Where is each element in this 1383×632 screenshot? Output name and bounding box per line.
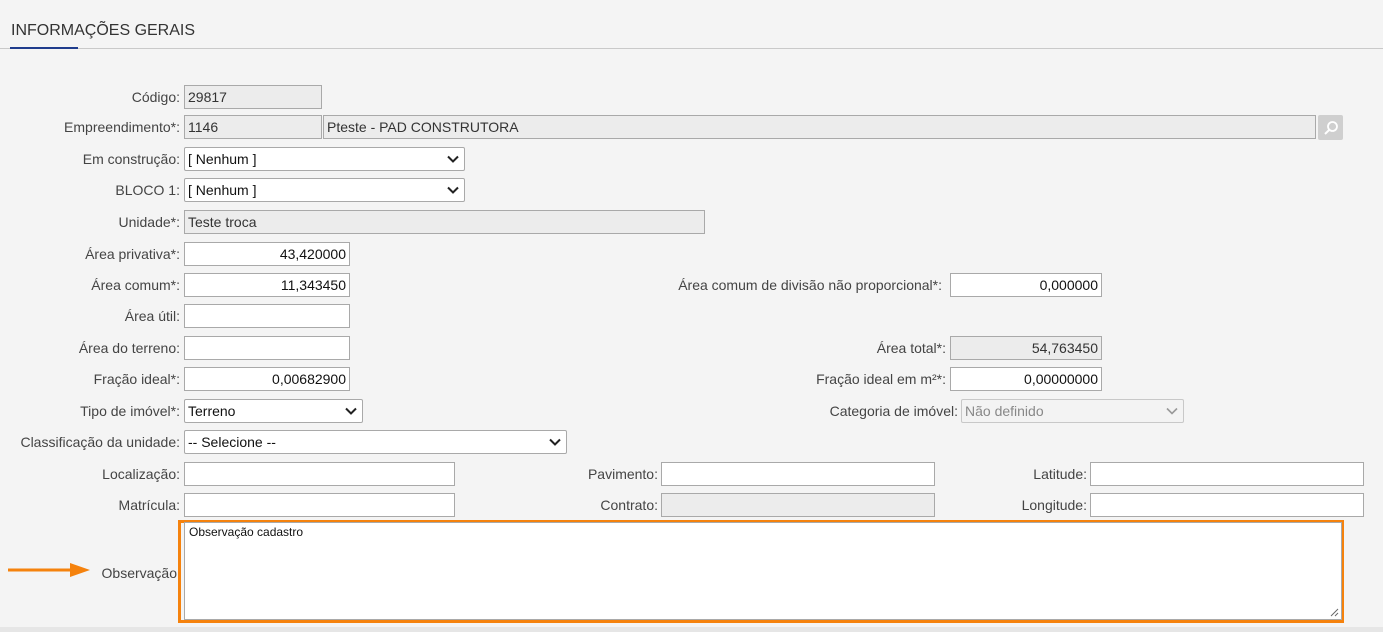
- area-privativa-input[interactable]: 43,420000: [184, 242, 350, 266]
- fracao-ideal-label: Fração ideal*:: [93, 371, 180, 387]
- area-comum-div-input[interactable]: 0,000000: [950, 273, 1102, 297]
- localizacao-label: Localização:: [102, 466, 180, 482]
- categoria-imovel-select: Não definido: [961, 399, 1184, 423]
- chevron-down-icon: [549, 438, 561, 446]
- section-title: INFORMAÇÕES GERAIS: [11, 22, 196, 39]
- area-terreno-input[interactable]: [184, 336, 350, 360]
- categoria-imovel-label: Categoria de imóvel:: [829, 403, 958, 419]
- area-util-label: Área útil:: [124, 308, 180, 324]
- area-terreno-label: Área do terreno:: [78, 340, 180, 356]
- tipo-imovel-select[interactable]: Terreno: [184, 399, 363, 423]
- categoria-imovel-value: Não definido: [965, 403, 1044, 419]
- classificacao-select[interactable]: -- Selecione --: [184, 430, 567, 454]
- codigo-label: Código:: [131, 89, 180, 105]
- empreendimento-name-field: Pteste - PAD CONSTRUTORA: [323, 115, 1316, 139]
- area-comum-div-label: Área comum de divisão não proporcional*:: [678, 277, 942, 293]
- unidade-label: Unidade*:: [118, 214, 181, 230]
- section-divider: [0, 48, 1383, 49]
- observacao-label: Observação: [101, 565, 177, 581]
- tipo-imovel-value: Terreno: [188, 403, 236, 419]
- matricula-input[interactable]: [184, 493, 455, 517]
- contrato-field: [661, 493, 935, 517]
- area-comum-label: Área comum*:: [91, 277, 180, 293]
- area-comum-input[interactable]: 11,343450: [184, 273, 350, 297]
- area-total-label: Área total*:: [876, 340, 946, 356]
- resize-handle-icon[interactable]: [1329, 607, 1339, 617]
- bloco-select[interactable]: [ Nenhum ]: [184, 178, 465, 202]
- chevron-down-icon: [447, 155, 459, 163]
- em-construcao-value: [ Nenhum ]: [188, 151, 257, 167]
- chevron-down-icon: [1166, 407, 1178, 415]
- area-total-field: 54,763450: [950, 336, 1102, 360]
- observacao-text: Observação cadastro: [189, 525, 304, 539]
- search-icon: [1323, 120, 1338, 135]
- bloco-label: BLOCO 1:: [115, 182, 180, 198]
- empreendimento-code-field: 1146: [184, 115, 322, 139]
- em-construcao-label: Em construção:: [82, 151, 180, 167]
- fracao-ideal-input[interactable]: 0,00682900: [184, 367, 350, 391]
- classificacao-label: Classificação da unidade:: [20, 434, 180, 450]
- fracao-ideal-m2-input[interactable]: 0,00000000: [950, 367, 1102, 391]
- longitude-label: Longitude:: [1021, 497, 1087, 513]
- fracao-ideal-m2-label: Fração ideal em m²*:: [816, 371, 946, 387]
- localizacao-input[interactable]: [184, 462, 455, 486]
- latitude-input[interactable]: [1090, 462, 1364, 486]
- pavimento-input[interactable]: [661, 462, 935, 486]
- classificacao-value: -- Selecione --: [188, 434, 276, 450]
- empreendimento-search-button[interactable]: [1318, 115, 1343, 140]
- bloco-value: [ Nenhum ]: [188, 182, 257, 198]
- bottom-strip: [0, 627, 1383, 632]
- contrato-label: Contrato:: [600, 497, 658, 513]
- area-privativa-label: Área privativa*:: [85, 246, 180, 262]
- unidade-field: Teste troca: [184, 210, 705, 234]
- arrow-right-icon: [8, 563, 90, 577]
- observacao-textarea[interactable]: Observação cadastro: [184, 522, 1342, 620]
- matricula-label: Matrícula:: [118, 497, 180, 513]
- em-construcao-select[interactable]: [ Nenhum ]: [184, 147, 465, 171]
- latitude-label: Latitude:: [1033, 466, 1087, 482]
- area-util-input[interactable]: [184, 304, 350, 328]
- longitude-input[interactable]: [1090, 493, 1364, 517]
- chevron-down-icon: [345, 407, 357, 415]
- chevron-down-icon: [447, 186, 459, 194]
- tipo-imovel-label: Tipo de imóvel*:: [80, 403, 180, 419]
- empreendimento-label: Empreendimento*:: [64, 119, 180, 135]
- codigo-field: 29817: [184, 85, 322, 109]
- section-title-underline: [10, 47, 78, 49]
- pavimento-label: Pavimento:: [587, 466, 658, 482]
